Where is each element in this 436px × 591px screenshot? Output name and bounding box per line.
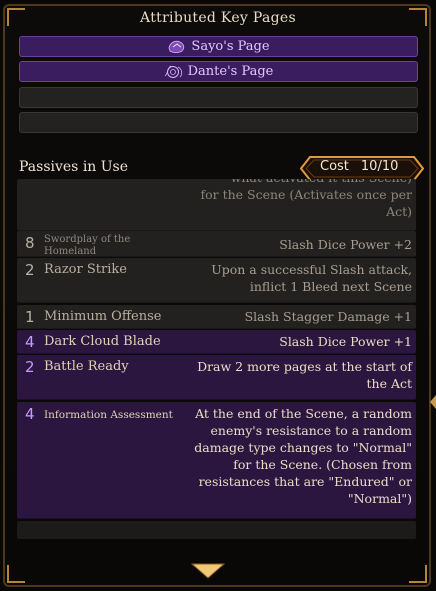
- passive-name: Dark Cloud Blade: [44, 334, 161, 349]
- passive-cost: 4: [25, 333, 35, 351]
- cost-readout: Cost 10/10: [320, 159, 398, 174]
- passive-cost: 8: [25, 234, 35, 252]
- passive-row-partial[interactable]: what activated it this Scene) for the Sc…: [17, 179, 416, 231]
- passive-name: Razor Strike: [44, 262, 127, 277]
- key-page-label: Dante's Page: [187, 64, 274, 79]
- passive-description: Slash Stagger Damage +1: [244, 309, 412, 324]
- key-pages-title: Attributed Key Pages: [140, 10, 296, 26]
- passive-row[interactable]: 1 Minimum Offense Slash Stagger Damage +…: [17, 305, 416, 329]
- frame-corner: [7, 565, 25, 583]
- passive-name: Swordplay of the Homeland: [44, 234, 131, 257]
- passive-row[interactable]: 2 Battle Ready Draw 2 more pages at the …: [17, 355, 416, 400]
- passive-description: Slash Dice Power +1: [279, 334, 412, 349]
- sayo-sigil-icon: [169, 40, 185, 53]
- passive-row[interactable]: 2 Razor Strike Upon a successful Slash a…: [17, 258, 416, 303]
- passive-description: Slash Dice Power +2: [279, 237, 412, 252]
- passive-name: Information Assessment: [44, 409, 173, 421]
- passives-title: Passives in Use: [19, 159, 129, 175]
- passive-cost: 4: [25, 405, 35, 423]
- passive-description: At the end of the Scene, a random enemy'…: [194, 406, 412, 506]
- cost-label: Cost: [320, 159, 349, 174]
- dante-sigil-icon: [164, 65, 182, 78]
- passive-cost: 2: [25, 358, 35, 376]
- passive-description: what activated it this Scene) for the Sc…: [200, 179, 413, 219]
- passive-row[interactable]: 4 Dark Cloud Blade Slash Dice Power +1: [17, 330, 416, 354]
- passive-row[interactable]: 4 Information Assessment At the end of t…: [17, 402, 416, 519]
- passive-row[interactable]: 8 Swordplay of the Homeland Slash Dice P…: [17, 231, 416, 257]
- key-page-slot-sayo[interactable]: Sayo's Page: [19, 36, 418, 57]
- key-page-label: Sayo's Page: [191, 39, 270, 54]
- passive-name: Minimum Offense: [44, 309, 162, 324]
- chevron-left-icon[interactable]: [430, 395, 436, 409]
- passive-cost: 2: [25, 261, 35, 279]
- passive-description: Draw 2 more pages at the start of the Ac…: [197, 359, 412, 391]
- passive-description: Upon a successful Slash attack, inflict …: [211, 262, 412, 294]
- passive-name: Battle Ready: [44, 359, 129, 374]
- key-page-slot-empty[interactable]: [19, 112, 418, 133]
- frame-corner: [409, 565, 427, 583]
- passive-cost: 1: [25, 308, 35, 326]
- passive-row-empty[interactable]: [17, 521, 416, 539]
- key-page-slot-dante[interactable]: Dante's Page: [19, 61, 418, 82]
- cost-value: 10/10: [360, 159, 399, 174]
- key-page-slot-empty[interactable]: [19, 87, 418, 108]
- scroll-down-icon[interactable]: [191, 563, 225, 579]
